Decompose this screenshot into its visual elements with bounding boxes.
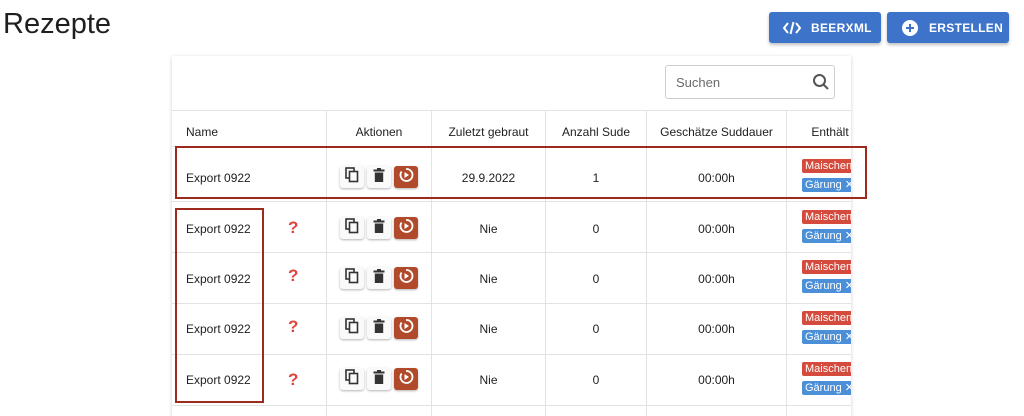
brew-count: 0 (592, 322, 600, 336)
copy-icon (345, 317, 359, 339)
tag-mash: Maischen (802, 311, 851, 325)
brew-duration: 00:00h (698, 171, 735, 185)
question-mark-icon: ? (288, 370, 299, 389)
copy-icon (345, 368, 359, 390)
play-timer-icon (398, 167, 414, 188)
row-actions (340, 166, 418, 188)
delete-button[interactable] (367, 166, 391, 188)
trash-icon (373, 268, 385, 288)
brew-count: 0 (592, 272, 600, 286)
brew-duration: 00:00h (698, 222, 735, 236)
copy-button[interactable] (340, 267, 364, 289)
search-icon[interactable] (808, 73, 834, 91)
play-timer-icon (398, 318, 414, 339)
last-brewed: Nie (479, 272, 498, 286)
row-actions (340, 217, 418, 239)
divider (172, 354, 851, 355)
recipes-table-card: Name Aktionen Zuletzt gebraut Anzahl Sud… (172, 56, 851, 416)
brew-count: 0 (592, 373, 600, 387)
copy-button[interactable] (340, 368, 364, 390)
divider (172, 110, 851, 111)
column-divider (431, 110, 432, 416)
brew-count: 0 (592, 222, 600, 236)
brew-button[interactable] (394, 267, 418, 289)
last-brewed: 29.9.2022 (461, 171, 516, 185)
divider (172, 405, 851, 406)
row-actions (340, 368, 418, 390)
column-divider (646, 110, 647, 416)
brew-button[interactable] (394, 317, 418, 339)
copy-button[interactable] (340, 317, 364, 339)
trash-icon (373, 369, 385, 389)
tag-mash: Maischen (802, 260, 851, 274)
tag-fermentation[interactable]: Gärung ✕ (802, 279, 851, 293)
brew-count: 1 (592, 171, 600, 185)
tag-fermentation[interactable]: Gärung ✕ (802, 178, 851, 192)
recipe-name[interactable]: Export 0922 (186, 222, 251, 236)
divider (172, 303, 851, 304)
page-title: Rezepte (3, 8, 112, 40)
brew-duration: 00:00h (698, 272, 735, 286)
tag-mash: Maischen (802, 159, 851, 173)
copy-icon (345, 217, 359, 239)
tag-mash: Maischen (802, 362, 851, 376)
copy-icon (345, 166, 359, 188)
create-label: ERSTELLEN (929, 20, 1004, 35)
brew-button[interactable] (394, 368, 418, 390)
column-header-contains: Enthält (811, 125, 849, 139)
trash-icon (373, 218, 385, 238)
column-header-last-brewed[interactable]: Zuletzt gebraut (432, 125, 545, 139)
tag-fermentation[interactable]: Gärung ✕ (802, 330, 851, 344)
recipe-name[interactable]: Export 0922 (186, 272, 251, 286)
copy-button[interactable] (340, 217, 364, 239)
search-input[interactable] (666, 73, 808, 91)
row-actions (340, 267, 418, 289)
column-divider (545, 110, 546, 416)
column-header-actions: Aktionen (355, 125, 403, 139)
delete-button[interactable] (367, 267, 391, 289)
question-mark-icon: ? (288, 218, 299, 237)
column-header-duration[interactable]: Geschätze Suddauer (647, 125, 786, 139)
tag-fermentation[interactable]: Gärung ✕ (802, 229, 851, 243)
search-box[interactable] (665, 65, 835, 99)
column-header-name[interactable]: Name (186, 125, 218, 139)
brew-duration: 00:00h (698, 373, 735, 387)
beerxml-button[interactable]: BEERXML (769, 12, 881, 43)
recipe-name[interactable]: Export 0922 (186, 322, 251, 336)
beerxml-label: BEERXML (811, 20, 872, 35)
last-brewed: Nie (479, 222, 498, 236)
column-header-count[interactable]: Anzahl Sude (546, 125, 646, 139)
delete-button[interactable] (367, 317, 391, 339)
tag-mash: Maischen (802, 210, 851, 224)
trash-icon (373, 318, 385, 338)
recipe-name[interactable]: Export 0922 (186, 171, 251, 185)
play-timer-icon (398, 268, 414, 289)
brew-button[interactable] (394, 217, 418, 239)
brew-duration: 00:00h (698, 322, 735, 336)
recipe-name[interactable]: Export 0922 (186, 373, 251, 387)
delete-button[interactable] (367, 368, 391, 390)
trash-icon (373, 167, 385, 187)
last-brewed: Nie (479, 322, 498, 336)
last-brewed: Nie (479, 373, 498, 387)
column-divider (326, 110, 327, 416)
tag-fermentation[interactable]: Gärung ✕ (802, 381, 851, 395)
delete-button[interactable] (367, 217, 391, 239)
question-mark-icon: ? (288, 266, 299, 285)
divider (172, 201, 851, 202)
play-timer-icon (398, 369, 414, 390)
divider (172, 146, 851, 147)
play-timer-icon (398, 218, 414, 239)
question-mark-icon: ? (288, 317, 299, 336)
create-button[interactable]: ERSTELLEN (887, 12, 1009, 43)
column-divider (786, 110, 787, 416)
plus-circle-icon (901, 19, 919, 37)
divider (172, 252, 851, 253)
code-icon (783, 21, 801, 35)
copy-icon (345, 267, 359, 289)
brew-button[interactable] (394, 166, 418, 188)
copy-button[interactable] (340, 166, 364, 188)
row-actions (340, 317, 418, 339)
